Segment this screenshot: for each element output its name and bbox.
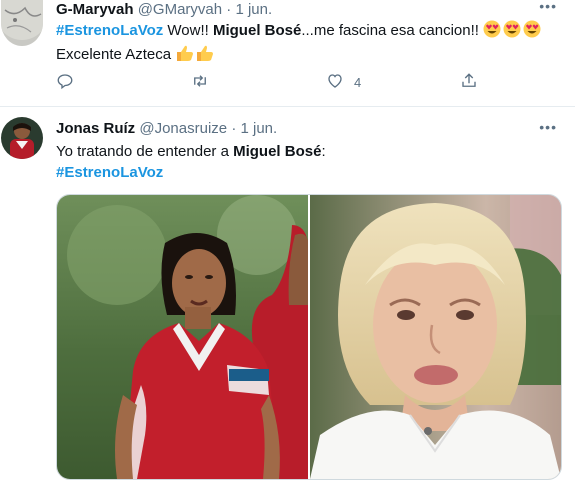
- hashtag-link[interactable]: #EstrenoLaVoz: [56, 164, 163, 181]
- heart-icon: [326, 72, 344, 93]
- more-options-icon[interactable]: •••: [539, 0, 557, 14]
- heart-eyes-emoji: [483, 20, 543, 44]
- tweet-text: #EstrenoLaVoz Wow!! Miguel Bosé...me fas…: [56, 20, 543, 68]
- tweet-date[interactable]: 1 jun.: [235, 1, 272, 18]
- hashtag-link[interactable]: #EstrenoLaVoz: [56, 22, 163, 39]
- tweet-header: Jonas Ruíz @Jonasruize · 1 jun.: [56, 119, 277, 139]
- share-icon: [460, 72, 478, 93]
- tweet-text: Yo tratando de entender a Miguel Bosé: #…: [56, 141, 326, 183]
- tweet-jonasruize[interactable]: Jonas Ruíz @Jonasruize · 1 jun. ••• Yo t…: [0, 107, 575, 485]
- separator: ·: [231, 120, 237, 137]
- thumbs-up-emoji: [175, 44, 215, 68]
- more-options-icon[interactable]: •••: [539, 119, 557, 135]
- avatar[interactable]: [1, 0, 43, 46]
- text-segment: :: [321, 143, 326, 160]
- like-count: 4: [354, 75, 362, 90]
- avatar[interactable]: [1, 117, 43, 159]
- tweet-actions: 4: [56, 72, 496, 96]
- reply-button[interactable]: [56, 72, 74, 93]
- text-segment: Yo tratando de entender a: [56, 143, 234, 160]
- retweet-icon: [190, 72, 210, 93]
- mention-bold: Miguel Bosé: [212, 22, 302, 39]
- separator: ·: [226, 1, 232, 18]
- tweet-gmaryvah[interactable]: G-Maryvah @GMaryvah · 1 jun. ••• #Estren…: [0, 0, 575, 107]
- text-segment: Excelente Azteca: [56, 46, 176, 63]
- author-handle[interactable]: @GMaryvah: [138, 1, 222, 18]
- tweet-header: G-Maryvah @GMaryvah · 1 jun.: [56, 0, 272, 20]
- author-name[interactable]: Jonas Ruíz: [56, 120, 135, 137]
- mention-bold: Miguel Bosé: [233, 143, 322, 160]
- tweet-media: [56, 194, 562, 480]
- author-handle[interactable]: @Jonasruize: [139, 120, 227, 137]
- woman-portrait-photo[interactable]: [310, 195, 561, 479]
- like-button[interactable]: 4: [326, 72, 361, 93]
- text-segment: ...me fascina esa cancion!!: [301, 22, 484, 39]
- text-segment: Wow!!: [163, 22, 213, 39]
- reply-icon: [56, 72, 74, 93]
- share-button[interactable]: [460, 72, 478, 93]
- author-name[interactable]: G-Maryvah: [56, 1, 134, 18]
- athlete-photo[interactable]: [57, 195, 308, 479]
- retweet-button[interactable]: [190, 72, 210, 93]
- tweet-date[interactable]: 1 jun.: [240, 120, 277, 137]
